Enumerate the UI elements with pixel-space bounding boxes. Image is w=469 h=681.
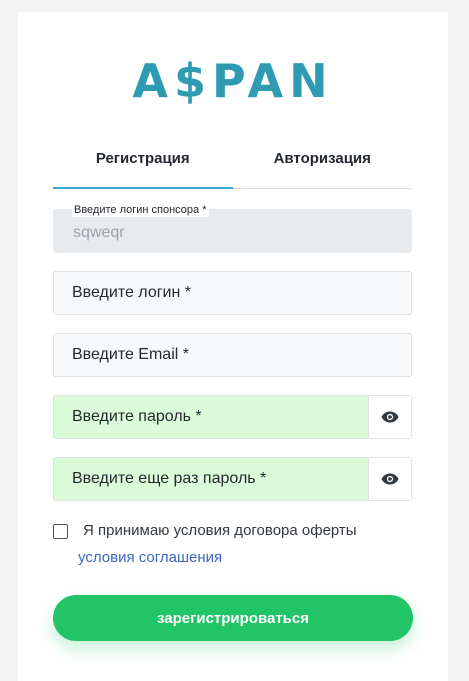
email-input[interactable]: Введите Email * <box>53 333 412 377</box>
login-placeholder: Введите логин * <box>72 284 191 301</box>
password-repeat-input[interactable]: Введите еще раз пароль * <box>54 470 368 488</box>
tab-authorization[interactable]: Авторизация <box>233 146 413 188</box>
password-visibility-toggle[interactable] <box>368 396 411 438</box>
eye-icon <box>381 411 399 423</box>
register-button[interactable]: зарегистрироваться <box>53 595 413 641</box>
auth-tabs: Регистрация Авторизация <box>53 146 412 189</box>
agree-checkbox[interactable] <box>53 524 68 539</box>
login-input[interactable]: Введите логин * <box>53 271 412 315</box>
agreement-link[interactable]: условия соглашения <box>78 549 222 566</box>
sponsor-login-label: Введите логин спонсора * <box>72 204 209 217</box>
agree-text: Я принимаю условия договора оферты <box>83 522 357 539</box>
password-input[interactable]: Введите пароль * <box>54 408 368 426</box>
email-placeholder: Введите Email * <box>72 346 189 363</box>
tab-registration[interactable]: Регистрация <box>53 146 233 189</box>
registration-card: A$PAN Регистрация Авторизация Введите ло… <box>18 12 448 681</box>
password-field: Введите пароль * <box>53 395 412 439</box>
password-repeat-visibility-toggle[interactable] <box>368 458 411 500</box>
sponsor-login-field: Введите логин спонсора * sqweqr <box>53 204 412 253</box>
brand-logo: A$PAN <box>132 54 334 108</box>
eye-icon <box>381 473 399 485</box>
password-repeat-field: Введите еще раз пароль * <box>53 457 412 501</box>
sponsor-login-value: sqweqr <box>73 224 125 241</box>
